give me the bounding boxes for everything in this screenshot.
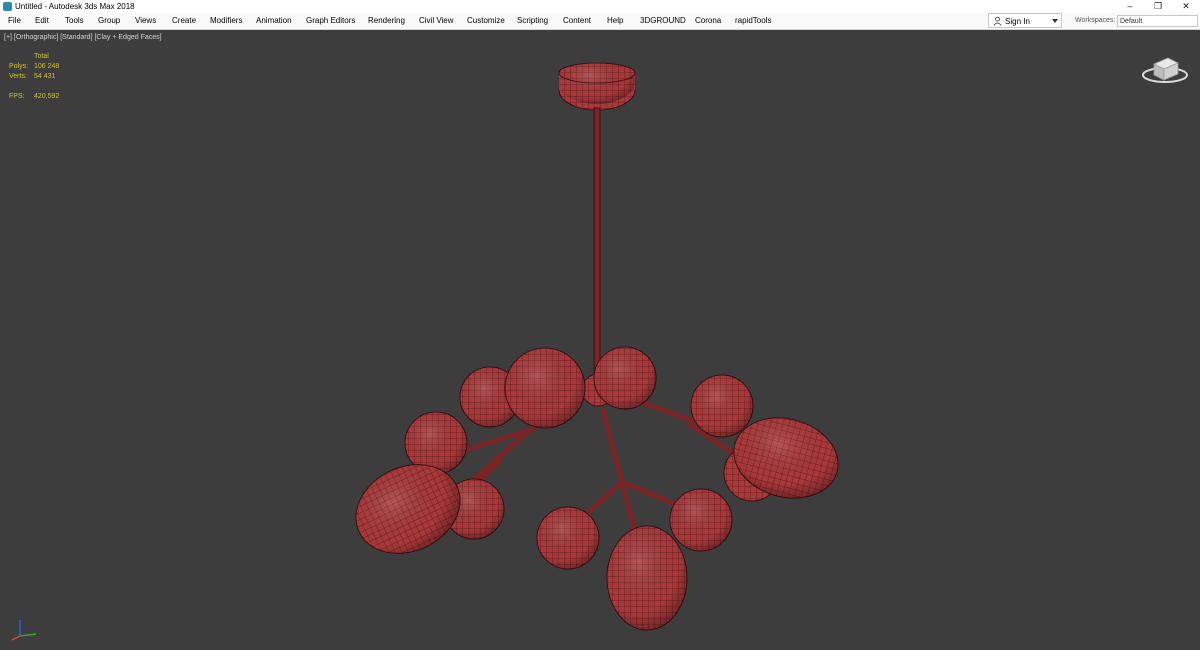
suspension-rod: [593, 107, 601, 384]
glass-globe-bottom-right: [669, 488, 733, 552]
window-title: Untitled - Autodesk 3ds Max 2018: [15, 2, 135, 11]
menu-graph-editors[interactable]: Graph Editors: [306, 16, 355, 25]
menu-group[interactable]: Group: [98, 16, 120, 25]
title-bar: Untitled - Autodesk 3ds Max 2018 – ❐ ✕: [0, 0, 1200, 13]
menu-civil-view[interactable]: Civil View: [419, 16, 454, 25]
menu-content[interactable]: Content: [563, 16, 591, 25]
glass-globe-back-right: [690, 374, 754, 438]
menu-create[interactable]: Create: [172, 16, 196, 25]
workspaces-select[interactable]: Default: [1117, 15, 1198, 27]
ceiling-canopy: [558, 60, 636, 111]
perspective-viewport[interactable]: [+] [Orthographic] [Standard] [Clay + Ed…: [0, 30, 1200, 650]
menu-modifiers[interactable]: Modifiers: [210, 16, 242, 25]
menu-customize[interactable]: Customize: [467, 16, 505, 25]
chandelier-model: [355, 60, 839, 631]
glass-globe-top-left: [504, 347, 586, 429]
menu-help[interactable]: Help: [607, 16, 623, 25]
menu-scripting[interactable]: Scripting: [517, 16, 548, 25]
restore-button[interactable]: ❐: [1144, 0, 1172, 13]
workspaces-label: Workspaces:: [1075, 17, 1116, 24]
axis-tripod-icon: [11, 620, 37, 641]
3dsmax-app-icon: [3, 2, 12, 11]
user-icon: [993, 16, 1002, 26]
sign-in-label: Sign In: [1005, 17, 1030, 26]
menu-animation[interactable]: Animation: [256, 16, 292, 25]
menu-edit[interactable]: Edit: [35, 16, 49, 25]
close-button[interactable]: ✕: [1172, 0, 1200, 13]
menu-rendering[interactable]: Rendering: [368, 16, 405, 25]
menu-rapidtools[interactable]: rapidTools: [735, 16, 771, 25]
viewcube-icon[interactable]: [1140, 50, 1190, 86]
chevron-down-icon: [1052, 19, 1058, 23]
menu-views[interactable]: Views: [135, 16, 156, 25]
minimize-button[interactable]: –: [1116, 0, 1144, 13]
menu-corona[interactable]: Corona: [695, 16, 721, 25]
menu-file[interactable]: File: [8, 16, 21, 25]
glass-globe-bottom-left: [536, 506, 600, 570]
glass-globe-top-right: [593, 346, 657, 410]
menu-3dground[interactable]: 3DGROUND: [640, 16, 686, 25]
sign-in-dropdown[interactable]: Sign In: [988, 13, 1062, 28]
glass-globe-bottom-center: [606, 525, 688, 631]
menu-tools[interactable]: Tools: [65, 16, 84, 25]
